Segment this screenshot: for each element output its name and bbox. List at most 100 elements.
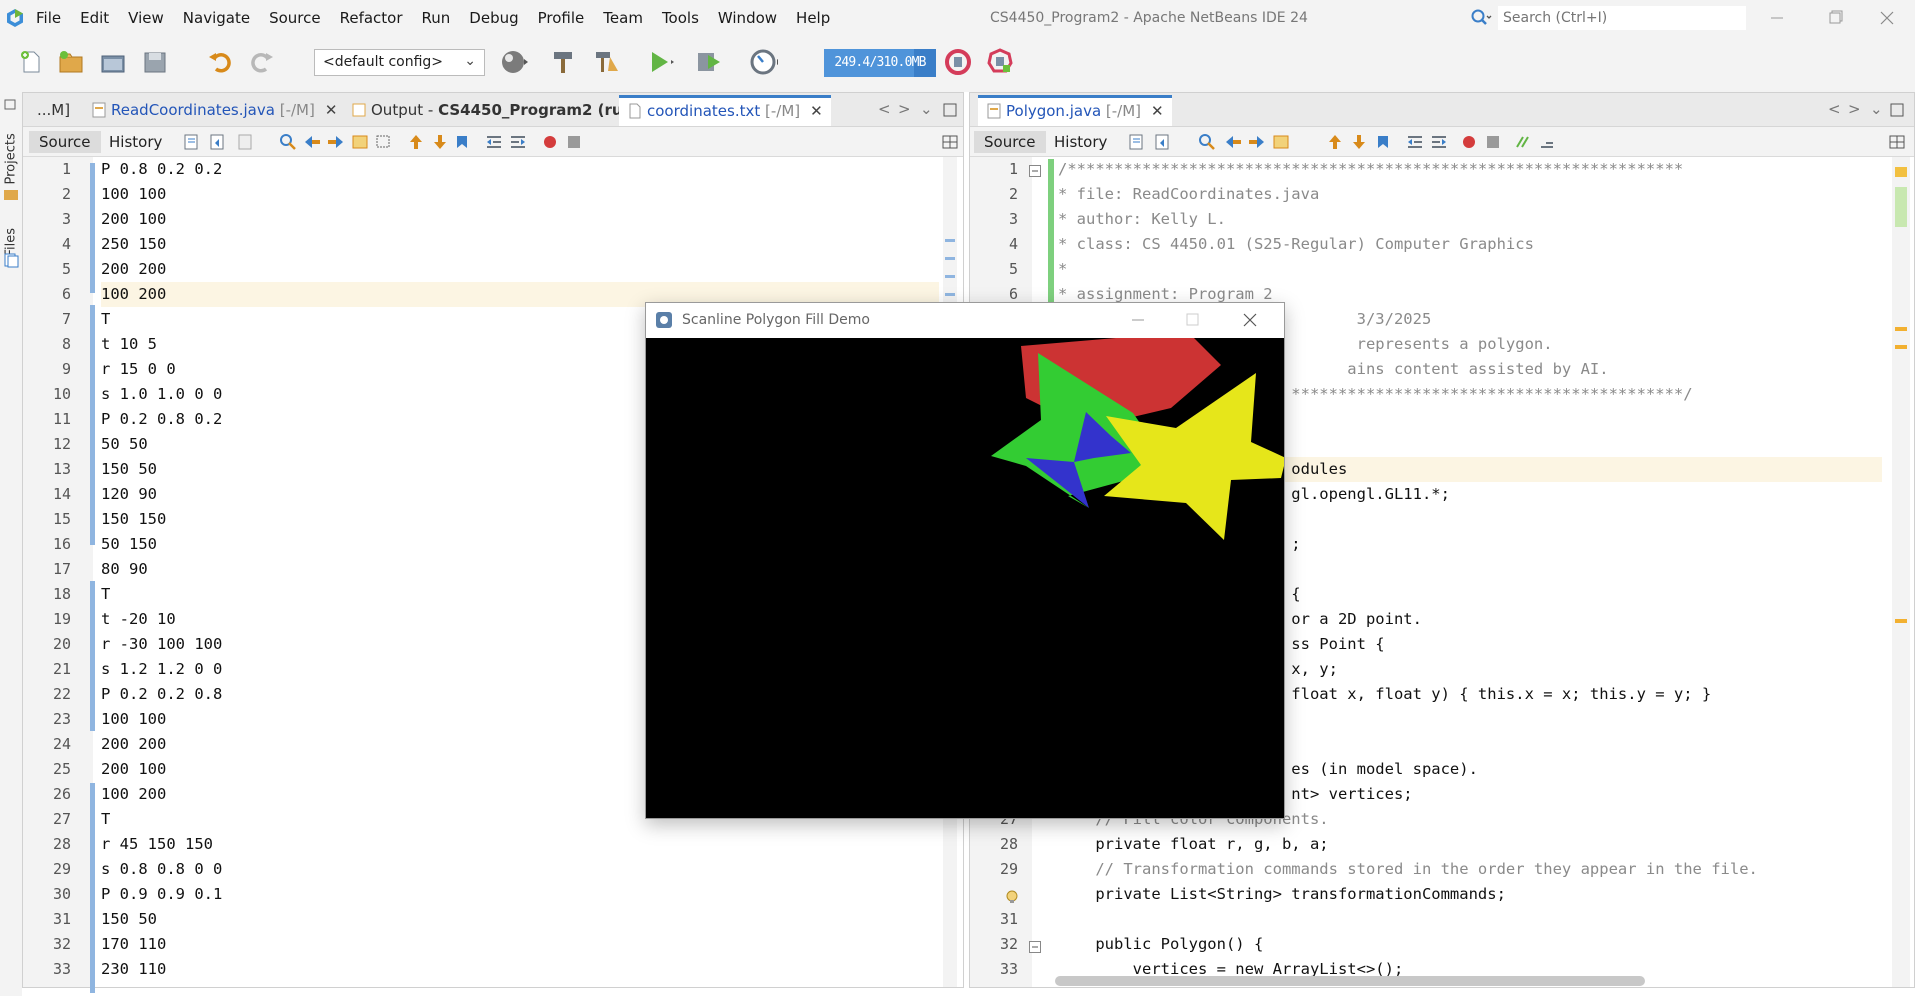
set-project-config-icon[interactable]: [498, 47, 528, 77]
close-tab-icon[interactable]: ✕: [325, 101, 338, 119]
close-tab-icon[interactable]: ✕: [810, 102, 823, 120]
toggle-rect-selection-icon[interactable]: [375, 133, 393, 151]
tab-partial[interactable]: ...M]: [29, 95, 78, 126]
shift-right-icon[interactable]: [509, 133, 527, 151]
projects-icon[interactable]: [3, 186, 19, 202]
clean-build-icon[interactable]: [592, 47, 622, 77]
new-project-icon[interactable]: [56, 47, 86, 77]
menu-edit[interactable]: Edit: [80, 9, 109, 27]
debug-icon[interactable]: [694, 47, 724, 77]
redo-icon[interactable]: [246, 47, 276, 77]
menu-help[interactable]: Help: [796, 9, 830, 27]
close-button[interactable]: [1872, 6, 1902, 30]
demo-close-button[interactable]: [1240, 311, 1260, 329]
history-view-button[interactable]: History: [99, 131, 172, 153]
undo-icon[interactable]: [206, 47, 236, 77]
find-selection-icon[interactable]: [279, 133, 297, 151]
run-icon[interactable]: [644, 47, 674, 77]
line-number: 8: [61, 335, 71, 353]
search-icon[interactable]: [1470, 8, 1492, 28]
next-bookmark-icon[interactable]: [1350, 133, 1368, 151]
line-number: 18: [52, 585, 71, 603]
demo-minimize-button[interactable]: [1128, 311, 1148, 329]
maximize-pane-icon[interactable]: [943, 103, 957, 117]
show-opened-documents-icon[interactable]: ⌄: [920, 100, 933, 118]
menu-source[interactable]: Source: [269, 9, 321, 27]
last-edit-icon[interactable]: [183, 133, 201, 151]
find-next-icon[interactable]: [327, 133, 345, 151]
gc-icon[interactable]: [943, 47, 973, 77]
source-view-button[interactable]: Source: [974, 131, 1046, 153]
menu-debug[interactable]: Debug: [469, 9, 518, 27]
tab-polygon[interactable]: Polygon.java [-/M] ✕: [978, 95, 1172, 126]
scroll-tabs-left-icon[interactable]: <: [878, 100, 891, 118]
source-view-button[interactable]: Source: [29, 131, 101, 153]
show-opened-documents-icon[interactable]: ⌄: [1870, 100, 1883, 118]
next-bookmark-icon[interactable]: [431, 133, 449, 151]
demo-maximize-button[interactable]: [1182, 311, 1202, 329]
menu-profile[interactable]: Profile: [538, 9, 585, 27]
scroll-tabs-left-icon[interactable]: <: [1828, 100, 1841, 118]
new-file-icon[interactable]: [16, 47, 46, 77]
start-macro-record-icon[interactable]: [1460, 133, 1478, 151]
find-previous-icon[interactable]: [1224, 133, 1242, 151]
toggle-bookmark-icon[interactable]: [1374, 133, 1392, 151]
maximize-button[interactable]: [1820, 6, 1850, 30]
shift-left-icon[interactable]: [1406, 133, 1424, 151]
last-edit-icon[interactable]: [1128, 133, 1146, 151]
toggle-bookmark-icon[interactable]: [453, 133, 471, 151]
fold-icon[interactable]: [1029, 941, 1041, 953]
menu-file[interactable]: File: [36, 9, 61, 27]
files-icon[interactable]: [3, 252, 19, 268]
uncomment-icon[interactable]: [1538, 133, 1556, 151]
memory-meter[interactable]: 249.4/310.0MB: [824, 49, 936, 77]
projects-side-tab[interactable]: Projects: [4, 115, 19, 184]
menu-run[interactable]: Run: [422, 9, 451, 27]
build-hammer-icon[interactable]: [548, 47, 578, 77]
toggle-highlight-icon[interactable]: [351, 133, 369, 151]
split-editor-icon[interactable]: [1888, 133, 1906, 151]
comment-icon[interactable]: [1514, 133, 1532, 151]
menu-window[interactable]: Window: [718, 9, 777, 27]
config-select[interactable]: <default config> ⌄: [314, 49, 485, 76]
back-icon[interactable]: [209, 133, 227, 151]
history-view-button[interactable]: History: [1044, 131, 1117, 153]
menu-refactor[interactable]: Refactor: [340, 9, 403, 27]
menu-view[interactable]: View: [128, 9, 164, 27]
tab-read-coordinates[interactable]: ReadCoordinates.java [-/M] ✕: [83, 95, 345, 126]
profile-snapshot-icon[interactable]: [985, 47, 1015, 77]
search-input[interactable]: [1498, 6, 1746, 30]
minimize-button[interactable]: [1762, 6, 1792, 30]
shift-left-icon[interactable]: [485, 133, 503, 151]
previous-bookmark-icon[interactable]: [1326, 133, 1344, 151]
tab-coordinates[interactable]: coordinates.txt [-/M] ✕: [619, 95, 831, 126]
maximize-pane-icon[interactable]: [1890, 103, 1904, 117]
stop-macro-record-icon[interactable]: [565, 133, 583, 151]
stop-macro-record-icon[interactable]: [1484, 133, 1502, 151]
restore-window-group-icon[interactable]: [4, 98, 18, 110]
find-next-icon[interactable]: [1248, 133, 1266, 151]
toggle-highlight-icon[interactable]: [1272, 133, 1290, 151]
shift-right-icon[interactable]: [1430, 133, 1448, 151]
scroll-tabs-right-icon[interactable]: >: [1848, 100, 1861, 118]
find-selection-icon[interactable]: [1198, 133, 1216, 151]
menu-navigate[interactable]: Navigate: [183, 9, 250, 27]
open-project-icon[interactable]: [98, 47, 128, 77]
menu-tools[interactable]: Tools: [662, 9, 699, 27]
profile-icon[interactable]: [748, 47, 778, 77]
files-side-tab[interactable]: Files: [4, 211, 19, 257]
split-editor-icon[interactable]: [941, 133, 959, 151]
menu-team[interactable]: Team: [603, 9, 643, 27]
demo-title-bar[interactable]: Scanline Polygon Fill Demo: [646, 303, 1284, 338]
find-previous-icon[interactable]: [303, 133, 321, 151]
start-macro-record-icon[interactable]: [541, 133, 559, 151]
back-icon[interactable]: [1154, 133, 1172, 151]
forward-icon[interactable]: [237, 133, 255, 151]
save-all-icon[interactable]: [140, 47, 170, 77]
scroll-tabs-right-icon[interactable]: >: [898, 100, 911, 118]
horizontal-scrollbar[interactable]: [1055, 976, 1645, 986]
close-tab-icon[interactable]: ✕: [1151, 102, 1164, 120]
previous-bookmark-icon[interactable]: [407, 133, 425, 151]
fold-icon[interactable]: [1029, 165, 1041, 177]
warning-bulb-icon[interactable]: [1004, 889, 1020, 905]
